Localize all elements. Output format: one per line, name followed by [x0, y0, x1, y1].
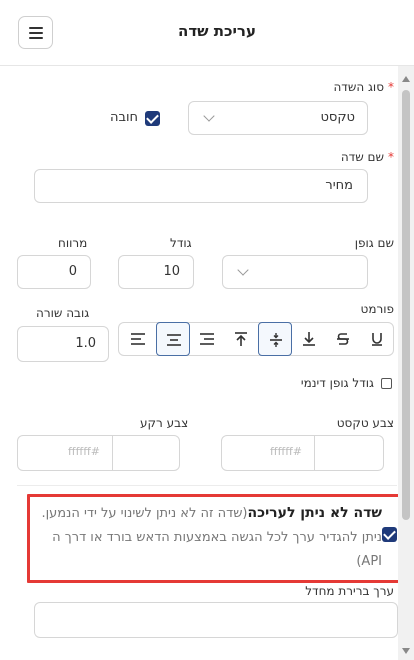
- align-right-button[interactable]: [190, 322, 224, 356]
- readonly-title: שדה לא ניתן לעריכה: [247, 505, 382, 521]
- default-value-input[interactable]: [34, 602, 398, 638]
- format-toolbar: [118, 322, 394, 356]
- text-color-placeholder: ffffff#: [270, 445, 302, 458]
- readonly-text: שדה לא ניתן לעריכה(שדה זה לא ניתן לשינוי…: [34, 501, 383, 574]
- font-name-select[interactable]: [222, 255, 368, 289]
- chevron-down-icon: [237, 264, 249, 276]
- spacing-label: מרווח: [58, 236, 88, 250]
- scrollbar[interactable]: [398, 66, 414, 660]
- field-type-label: * סוג השדה: [333, 80, 394, 94]
- dynamic-font-checkbox[interactable]: [381, 378, 392, 389]
- font-size-label: גודל: [170, 236, 192, 250]
- field-name-input[interactable]: מחיר: [34, 169, 368, 203]
- readonly-highlight: שדה לא ניתן לעריכה(שדה זה לא ניתן לשינוי…: [27, 494, 398, 583]
- text-color-swatch[interactable]: [314, 435, 384, 471]
- scroll-up-icon[interactable]: [402, 76, 410, 82]
- field-name-label-text: שם שדה: [340, 150, 384, 164]
- align-center-icon: [167, 334, 181, 346]
- required-checkbox[interactable]: [145, 111, 160, 126]
- underline-button[interactable]: [360, 322, 394, 356]
- scroll-thumb[interactable]: [402, 90, 410, 520]
- line-height-input[interactable]: 1.0: [17, 326, 109, 362]
- strikethrough-icon: [337, 333, 349, 345]
- field-type-label-text: סוג השדה: [333, 80, 384, 94]
- spacing-value: 0: [68, 264, 77, 279]
- align-right-icon: [200, 333, 214, 345]
- bg-color-input[interactable]: ffffff#: [17, 435, 113, 471]
- strikethrough-button[interactable]: [326, 322, 360, 356]
- align-center-button[interactable]: [156, 322, 190, 356]
- align-middle-icon: [270, 333, 282, 347]
- scroll-down-icon[interactable]: [402, 648, 410, 654]
- default-value-label: ערך ברירת מחדל: [305, 584, 394, 598]
- field-type-value: טקסט: [320, 110, 355, 125]
- align-middle-button[interactable]: [258, 322, 292, 356]
- align-left-icon: [131, 333, 145, 345]
- divider: [17, 485, 397, 486]
- format-label: פורמט: [360, 302, 394, 316]
- font-size-input[interactable]: 10: [118, 255, 194, 289]
- text-color-label: צבע טקסט: [336, 416, 394, 430]
- text-color-input[interactable]: ffffff#: [221, 435, 315, 471]
- align-bottom-icon: [303, 332, 315, 346]
- readonly-checkbox[interactable]: [382, 527, 397, 542]
- font-name-label: שם גופן: [354, 236, 394, 250]
- page-title: עריכת שדה: [178, 22, 256, 40]
- align-top-button[interactable]: [224, 322, 258, 356]
- bg-color-swatch[interactable]: [112, 435, 180, 471]
- field-name-label: * שם שדה: [341, 150, 394, 164]
- required-label: חובה: [110, 110, 139, 125]
- bg-color-placeholder: ffffff#: [68, 445, 100, 458]
- form-panel: * סוג השדה טקסט חובה * שם שדה מחיר שם גופן…: [0, 66, 398, 660]
- dynamic-font-label: גודל גופן דינמי: [300, 376, 374, 390]
- spacing-input[interactable]: 0: [17, 255, 91, 289]
- required-mark: *: [388, 80, 394, 94]
- line-height-label: גובה שורה: [36, 306, 90, 320]
- field-name-value: מחיר: [325, 178, 353, 193]
- align-bottom-button[interactable]: [292, 322, 326, 356]
- align-left-button[interactable]: [121, 322, 155, 356]
- font-size-value: 10: [163, 264, 180, 279]
- bg-color-label: צבע רקע: [140, 416, 189, 430]
- underline-icon: [372, 333, 382, 346]
- line-height-value: 1.0: [75, 336, 96, 351]
- required-mark: *: [388, 150, 394, 164]
- align-top-icon: [235, 332, 247, 346]
- header: עריכת שדה: [0, 0, 414, 66]
- field-type-select[interactable]: טקסט: [188, 101, 368, 135]
- chevron-down-icon: [203, 110, 215, 122]
